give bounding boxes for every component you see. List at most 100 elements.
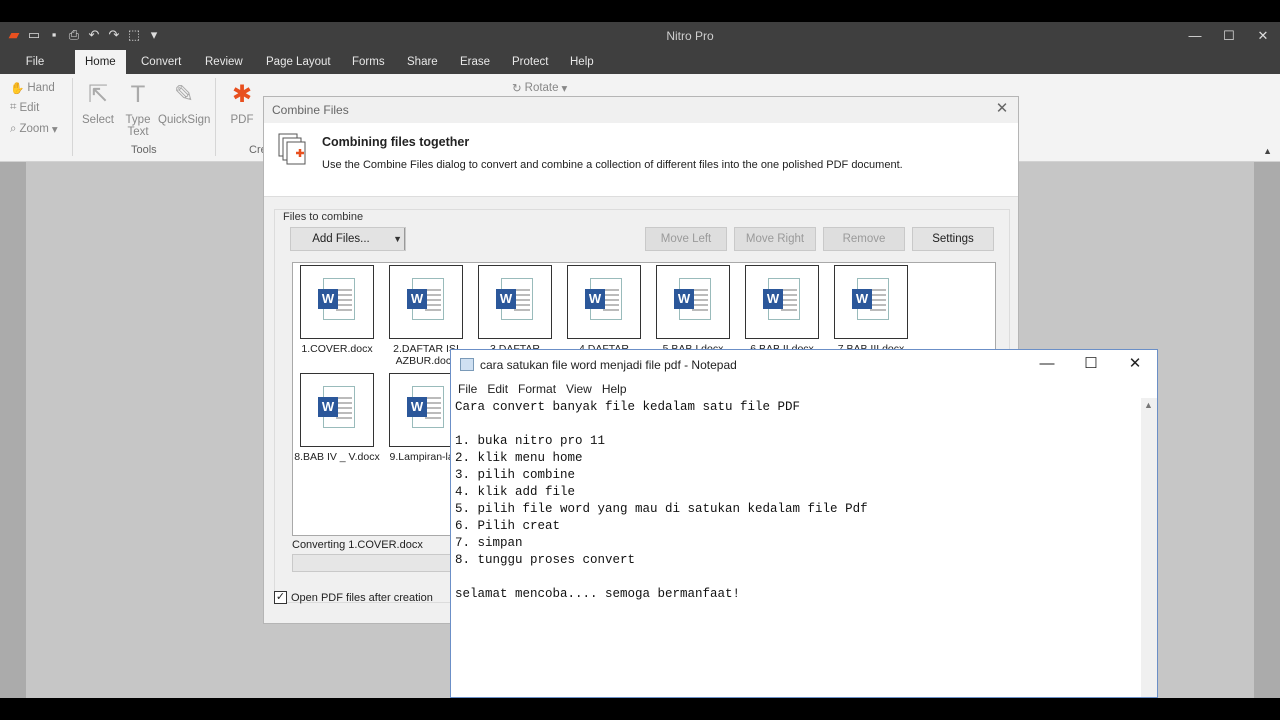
chevron-down-icon: ▾ [561,83,568,95]
zoom-icon: ⌕ [10,122,17,135]
conversion-status: Converting 1.COVER.docx [292,539,423,551]
word-doc-icon: W [318,278,355,320]
menu-format[interactable]: Format [513,380,561,398]
collapse-ribbon-icon[interactable]: ▲ [1263,146,1272,156]
text-line: 3. pilih combine [455,468,576,482]
word-doc-icon: W [585,278,622,320]
text-line: selamat mencoba.... semoga bermanfaat! [455,587,741,601]
move-left-button[interactable]: Move Left [645,227,727,251]
close-icon[interactable]: ✕ [1113,350,1157,380]
split-divider [404,228,405,250]
file-thumbnail: W [567,265,641,339]
ribbon-separator [72,78,73,156]
tab-help[interactable]: Help [560,50,604,74]
scroll-up-icon[interactable]: ▲ [1144,400,1153,410]
open-after-creation-option[interactable]: ✓ Open PDF files after creation [274,591,433,604]
chevron-down-icon[interactable]: ▼ [393,228,402,250]
file-item[interactable]: W 8.BAB IV _ V.docx [293,373,381,463]
tab-protect[interactable]: Protect [502,50,558,74]
text-line: 5. pilih file word yang mau di satukan k… [455,502,868,516]
file-item[interactable]: W3.DAFTAR [471,265,559,355]
notepad-icon [460,358,474,371]
edit-icon: ⌗ [10,101,17,113]
tab-erase[interactable]: Erase [450,50,500,74]
tab-file[interactable]: File [0,50,70,74]
add-files-label: Add Files... [312,233,370,245]
file-thumbnail: W [834,265,908,339]
text-line: Cara convert banyak file kedalam satu fi… [455,400,801,414]
zoom-tool[interactable]: ⌕ Zoom ▾ [10,122,58,137]
window-controls: — ☐ ✕ [1178,22,1280,50]
file-thumbnail: W [389,265,463,339]
text-line: 6. Pilih creat [455,519,561,533]
file-item[interactable]: W6.BAB II.docx [738,265,826,355]
minimize-icon[interactable]: — [1025,350,1069,380]
notepad-window-controls: — ☐ ✕ [1025,350,1157,380]
menu-help[interactable]: Help [597,380,632,398]
notepad-title-bar: cara satukan file word menjadi file pdf … [451,350,1157,380]
hand-label: Hand [27,82,55,94]
tab-review[interactable]: Review [195,50,253,74]
notepad-text-area[interactable]: Cara convert banyak file kedalam satu fi… [455,399,1143,697]
title-bar: ▰ ▭ ▪ ⎙ ↶ ↷ ⬚ ▾ Nitro Pro — ☐ ✕ [0,22,1280,50]
dialog-close-icon[interactable]: ✕ [992,99,1012,119]
file-thumbnail: W [300,373,374,447]
text-line: ​ [455,416,1143,433]
rotate-button[interactable]: ↻ Rotate ▾ [512,81,567,95]
notepad-scrollbar[interactable]: ▲ [1141,398,1157,697]
file-item[interactable]: W 1.COVER.docx [293,265,381,355]
checkbox-checked-icon[interactable]: ✓ [274,591,287,604]
maximize-icon[interactable]: ☐ [1069,350,1113,380]
quicksign-button[interactable]: ✎ QuickSign [158,80,210,126]
ribbon-separator [215,78,216,156]
minimize-icon[interactable]: — [1178,22,1212,50]
move-right-button[interactable]: Move Right [734,227,816,251]
remove-button[interactable]: Remove [823,227,905,251]
ribbon-tabs: File Home Convert Review Page Layout For… [0,50,1280,74]
hand-icon: ✋ [10,83,25,95]
close-icon[interactable]: ✕ [1246,22,1280,50]
text-line: ​ [455,569,1143,586]
file-item[interactable]: W4.DAFTAR [560,265,648,355]
tab-convert[interactable]: Convert [131,50,191,74]
settings-button[interactable]: Settings [912,227,994,251]
tab-share[interactable]: Share [397,50,448,74]
pdf-label: PDF [230,114,254,126]
text-line: 8. tunggu proses convert [455,553,636,567]
file-thumbnail: W [300,265,374,339]
file-item[interactable]: W5.BAB I.docx [649,265,737,355]
dialog-description: Use the Combine Files dialog to convert … [322,159,903,171]
menu-file[interactable]: File [453,380,482,398]
pdf-button[interactable]: ✱ PDF [218,80,266,126]
rotate-icon: ↻ [512,83,522,95]
text-line: 4. klik add file [455,485,576,499]
edit-tool[interactable]: ⌗ Edit [10,101,39,114]
file-name: 1.COVER.docx [301,343,373,355]
file-item[interactable]: W7.BAB III.docx [827,265,915,355]
word-doc-icon: W [407,386,444,428]
menu-edit[interactable]: Edit [482,380,513,398]
tab-page-layout[interactable]: Page Layout [256,50,341,74]
type-text-label-1: Type [125,114,151,126]
add-files-button[interactable]: Add Files... ▼ [290,227,406,251]
tools-group-label: Tools [131,144,157,156]
hand-tool[interactable]: ✋ Hand [10,81,55,95]
tab-forms[interactable]: Forms [342,50,395,74]
maximize-icon[interactable]: ☐ [1212,22,1246,50]
text-line: 2. klik menu home [455,451,583,465]
menu-view[interactable]: View [561,380,597,398]
type-text-label-2: Text [127,126,149,138]
screen: ▰ ▭ ▪ ⎙ ↶ ↷ ⬚ ▾ Nitro Pro — ☐ ✕ File Hom… [0,0,1280,720]
type-text-button[interactable]: T Type Text [114,80,162,138]
tab-home[interactable]: Home [75,50,126,74]
text-line: 7. simpan [455,536,523,550]
rotate-label: Rotate [524,82,559,94]
word-doc-icon: W [407,278,444,320]
file-name: 8.BAB IV _ V.docx [294,451,380,463]
notepad-title: cara satukan file word menjadi file pdf … [480,358,737,372]
notepad-menu-bar: File Edit Format View Help [451,380,1157,398]
notepad-window: cara satukan file word menjadi file pdf … [450,349,1158,698]
dialog-heading: Combining files together [322,135,470,149]
zoom-label: Zoom [19,123,49,135]
pdf-icon: ✱ [231,81,253,108]
